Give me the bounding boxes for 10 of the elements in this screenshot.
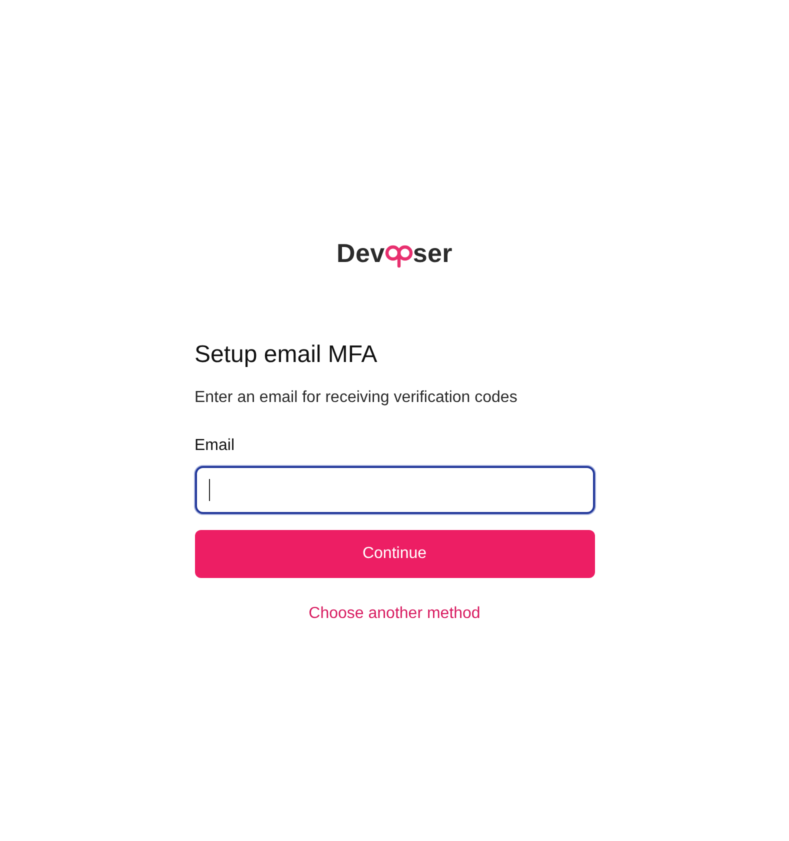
logo-text: ser [412,237,452,269]
text-cursor-icon [208,479,210,501]
field-label: Email [194,436,236,456]
email-input[interactable] [194,466,594,514]
logo-loop-icon [384,244,413,268]
instruction-text: Enter an email for receiving verification codes [194,388,518,408]
logo-text: Dev [336,237,385,269]
continue-button[interactable]: Continue [194,530,594,578]
alternate-method-link[interactable]: Choose another method [308,603,480,625]
page-heading: Setup email MFA [194,340,378,370]
